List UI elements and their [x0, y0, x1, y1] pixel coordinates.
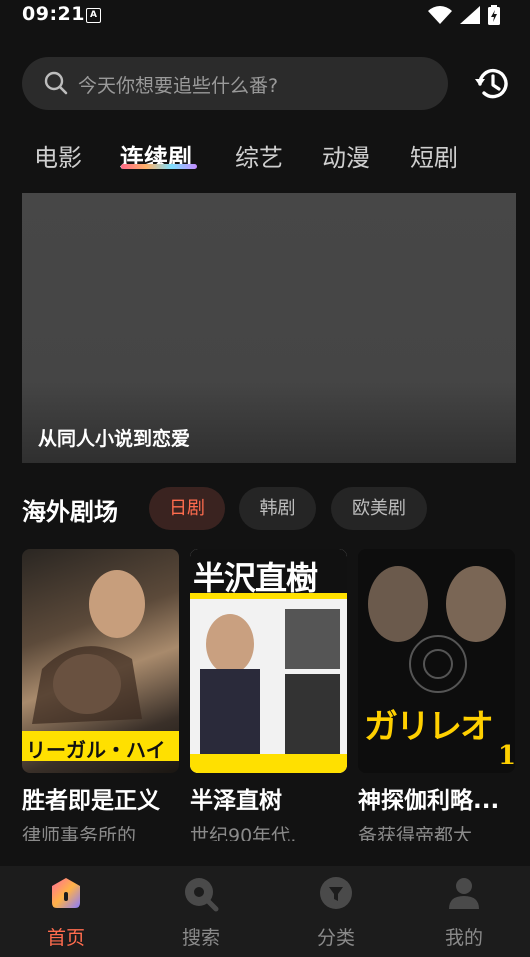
profile-icon: [449, 878, 479, 909]
card-title: 半泽直树: [190, 788, 282, 814]
category-tabs: 电影 连续剧 综艺 动漫 短剧: [0, 138, 530, 178]
chip-japanese[interactable]: 日剧: [149, 487, 225, 530]
search-icon: [185, 878, 219, 912]
card-description: 世纪90年代,: [190, 825, 297, 841]
card-title: 神探伽利略...: [358, 788, 500, 814]
category-icon: [320, 877, 352, 909]
active-tab-indicator: [121, 164, 197, 169]
chip-western[interactable]: 欧美剧: [331, 487, 427, 530]
bottom-navigation: 首页 搜索 分类 我的: [0, 866, 530, 957]
nav-label: 分类: [316, 927, 355, 949]
battery-icon: [488, 5, 500, 25]
poster-image: 半沢直樹: [190, 549, 347, 773]
poster-image: リーガル・ハイ: [22, 549, 179, 773]
status-bar: 09:21 A: [0, 0, 530, 32]
svg-text:1: 1: [498, 741, 515, 771]
drama-card[interactable]: リーガル・ハイ 胜者即是正义 律师事务所的: [22, 549, 179, 841]
nav-search[interactable]: 搜索: [135, 866, 267, 957]
history-icon[interactable]: [472, 64, 512, 104]
banner-title: 从同人小说到恋爱: [38, 428, 191, 450]
wifi-icon: [428, 6, 452, 24]
section-title: 海外剧场: [22, 498, 118, 526]
status-time: 09:21: [22, 3, 85, 25]
status-icons: [428, 5, 500, 25]
poster-title: 半沢直樹: [193, 559, 318, 597]
tab-short[interactable]: 短剧: [410, 138, 458, 173]
notification-icon: A: [86, 8, 101, 23]
drama-card[interactable]: 半沢直樹 半泽直树 世纪90年代,: [190, 549, 347, 841]
poster-image: 1 ガリレオ: [358, 549, 515, 773]
signal-icon: [460, 6, 480, 24]
featured-banner[interactable]: 从同人小说到恋爱: [22, 193, 516, 463]
tab-anime[interactable]: 动漫: [322, 138, 370, 173]
tab-movie[interactable]: 电影: [34, 138, 82, 173]
drama-card[interactable]: 1 ガリレオ 神探伽利略... 备获得帝都大: [358, 549, 515, 841]
nav-category[interactable]: 分类: [270, 866, 402, 957]
search-input[interactable]: 今天你想要追些什么番?: [22, 57, 448, 110]
nav-home[interactable]: 首页: [0, 866, 132, 957]
search-placeholder: 今天你想要追些什么番?: [78, 75, 279, 97]
card-description: 备获得帝都大: [358, 825, 473, 841]
search-icon: [44, 71, 68, 95]
home-icon: [52, 878, 80, 908]
poster-title: ガリレオ: [364, 707, 494, 747]
nav-label: 首页: [46, 927, 85, 949]
card-title: 胜者即是正义: [22, 788, 160, 814]
nav-label: 我的: [444, 927, 483, 949]
nav-label: 搜索: [181, 927, 220, 949]
chip-korean[interactable]: 韩剧: [239, 487, 316, 530]
tab-variety[interactable]: 综艺: [235, 138, 283, 173]
nav-profile[interactable]: 我的: [398, 866, 530, 957]
card-description: 律师事务所的: [22, 825, 137, 841]
poster-title: リーガル・ハイ: [26, 738, 166, 762]
